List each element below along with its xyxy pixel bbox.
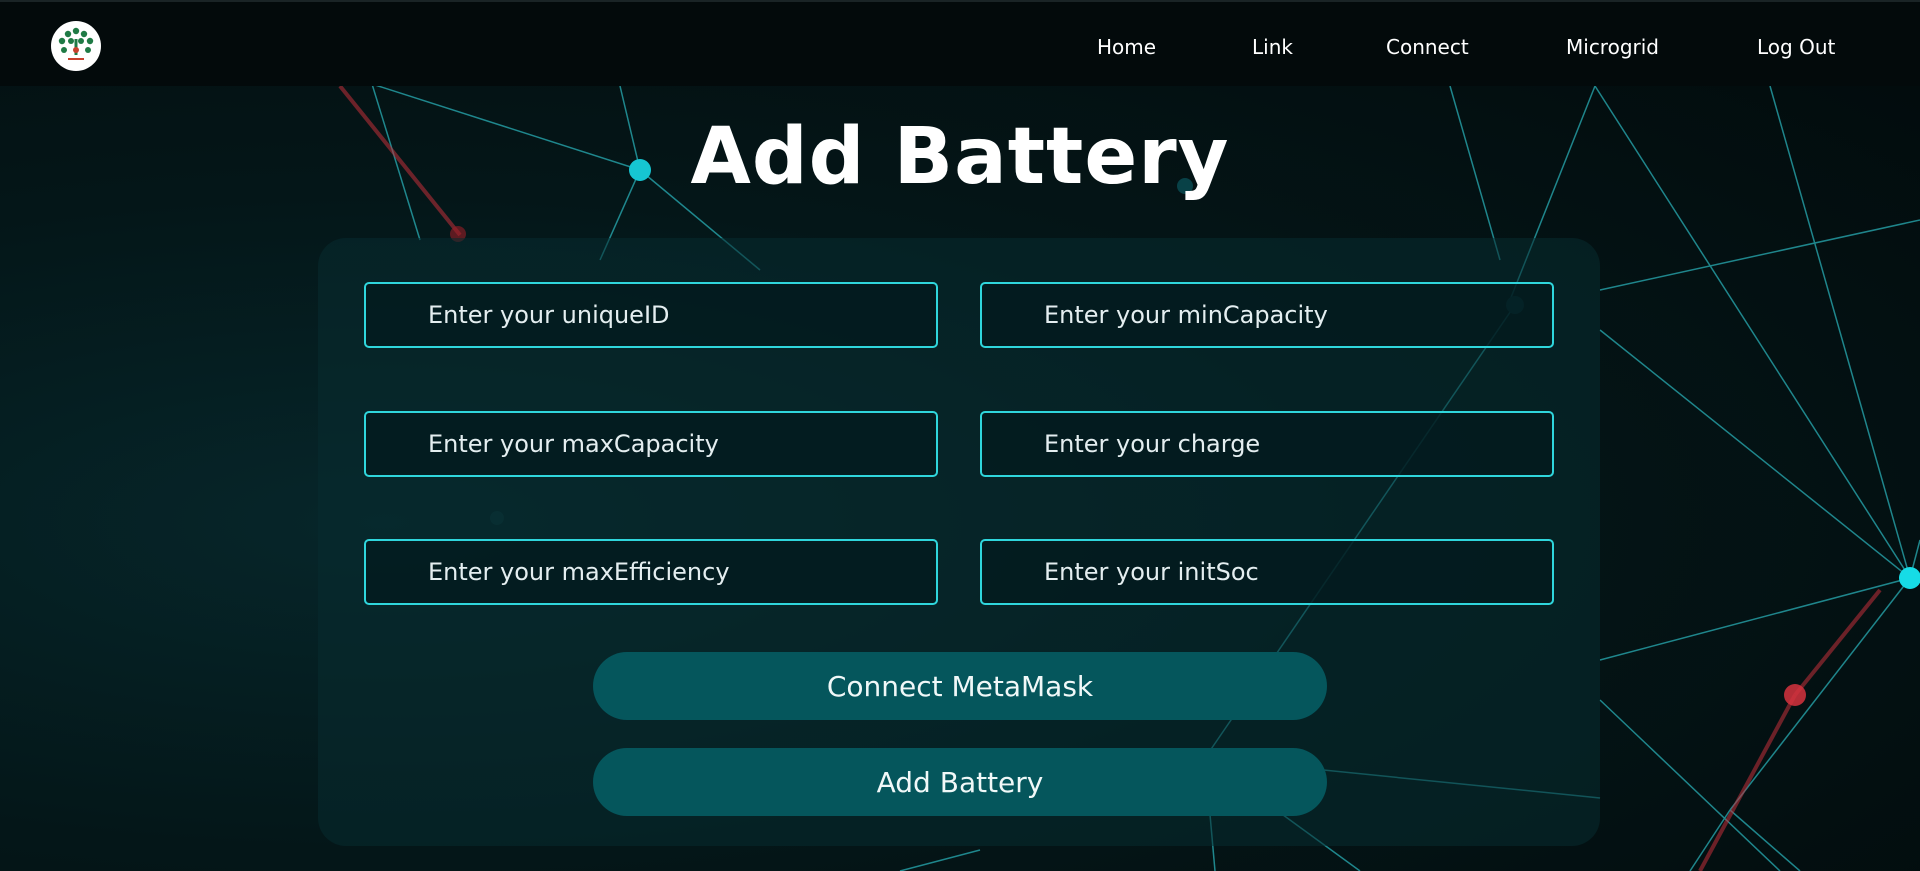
logo-icon[interactable] (51, 21, 101, 71)
init-soc-field[interactable] (980, 539, 1554, 605)
nav-link-log-out[interactable]: Log Out (1757, 35, 1835, 59)
top-navbar: Home Link Connect Microgrid Log Out (0, 0, 1920, 86)
nav-link-home[interactable]: Home (1097, 35, 1156, 59)
logo-tree-graphic (52, 22, 100, 70)
nav-link-link[interactable]: Link (1252, 35, 1293, 59)
charge-field[interactable] (980, 411, 1554, 477)
nav-link-microgrid[interactable]: Microgrid (1566, 35, 1659, 59)
connect-metamask-button[interactable]: Connect MetaMask (593, 652, 1327, 720)
min-capacity-field[interactable] (980, 282, 1554, 348)
nav-link-connect[interactable]: Connect (1386, 35, 1469, 59)
page-title: Add Battery (690, 112, 1230, 202)
unique-id-field[interactable] (364, 282, 938, 348)
max-efficiency-field[interactable] (364, 539, 938, 605)
max-capacity-field[interactable] (364, 411, 938, 477)
add-battery-button[interactable]: Add Battery (593, 748, 1327, 816)
